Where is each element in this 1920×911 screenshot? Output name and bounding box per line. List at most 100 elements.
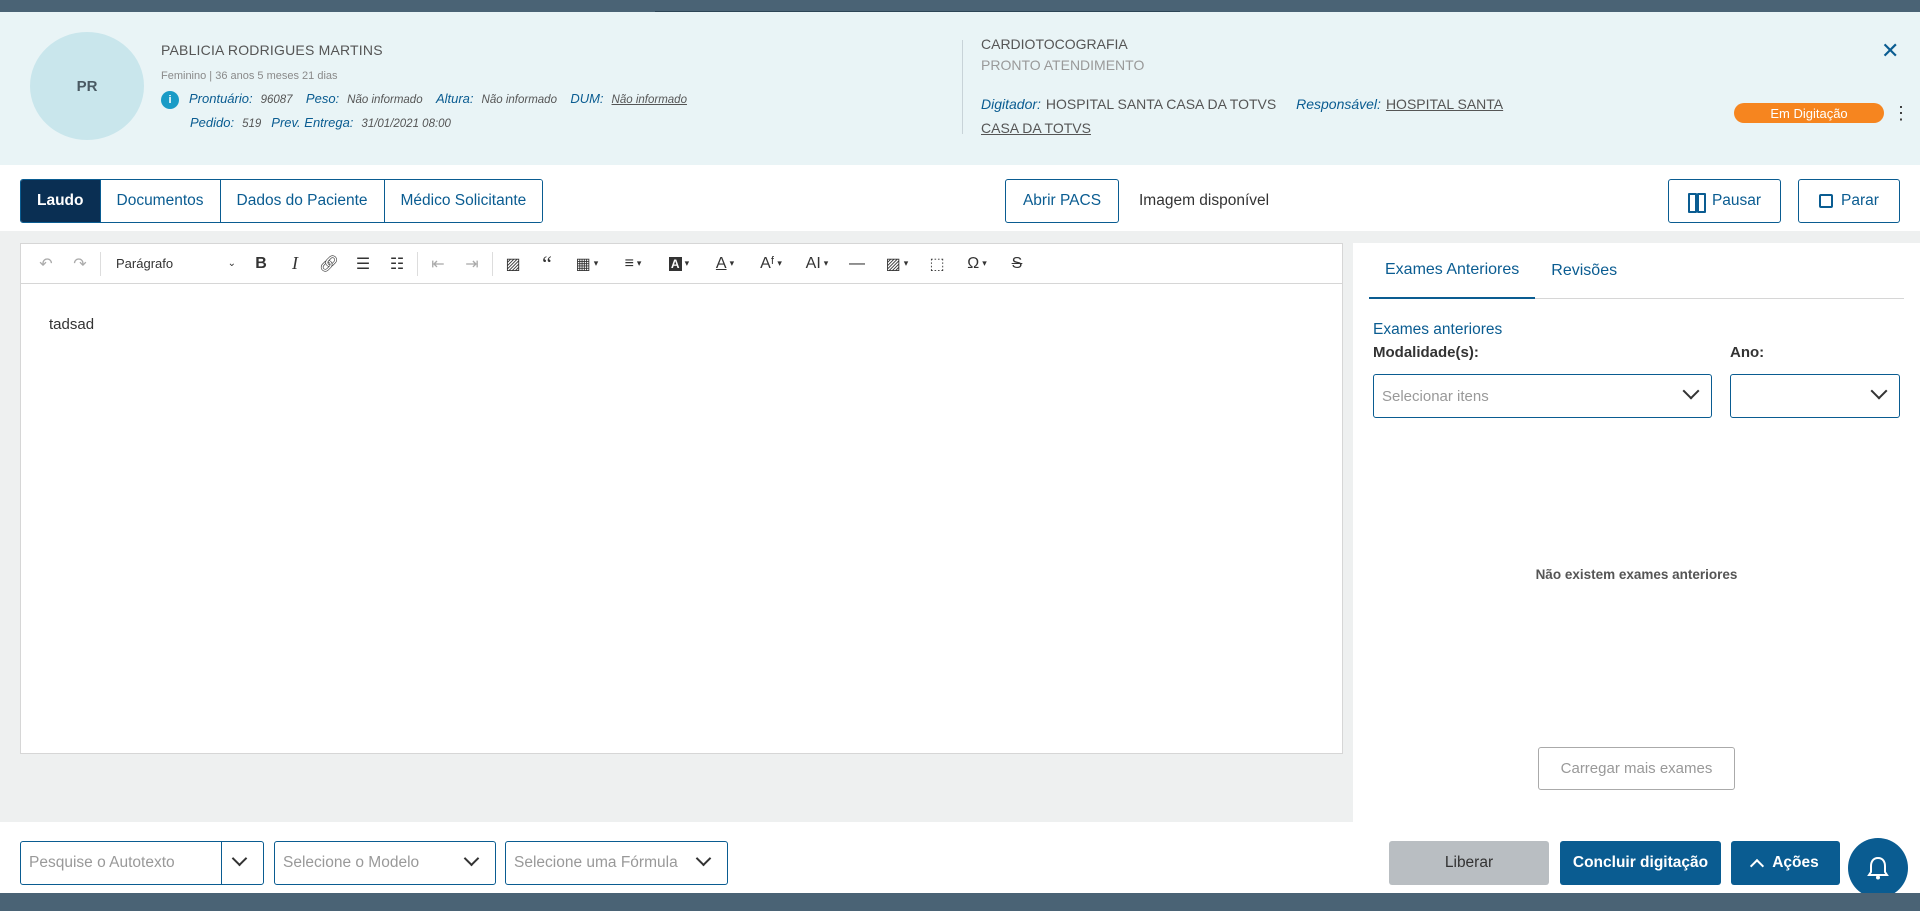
block-quote-icon[interactable]: “ [530,248,564,280]
image-upload-icon[interactable]: ▨ ▾ [874,248,920,280]
avatar: PR [30,32,144,140]
open-pacs-button[interactable]: Abrir PACS [1005,179,1119,223]
outdent-icon[interactable]: ⇤ [421,248,455,280]
horizontal-line-icon[interactable]: — [840,248,874,280]
italic-icon[interactable]: I [278,248,312,280]
modalidade-label: Modalidade(s): [1373,344,1479,361]
strikethrough-icon[interactable]: S [1000,248,1034,280]
pedido-label: Pedido: [190,115,235,130]
paragraph-style-select[interactable]: Parágrafo ⌄ [104,248,244,280]
section-title: Exames anteriores [1373,321,1503,338]
model-select[interactable]: Selecione o Modelo [274,841,496,885]
chevron-down-icon [1682,382,1700,400]
work-area: ↶ ↷ Parágrafo ⌄ B I 🔗︎ ☰ ☷ ⇤ ⇥ ▨ “ ▦ ▾ ≡ ▾ … [0,231,1920,822]
chevron-down-icon [1870,382,1888,400]
font-background-color-icon[interactable]: A ▾ [656,248,702,280]
paragraph-style-label: Parágrafo [116,256,174,271]
font-family-icon[interactable]: Aᶠ ▾ [748,248,794,280]
patient-details-line-1: Prontuário: 96087 Peso: Não informado Altu… [189,91,697,106]
editor-content[interactable]: tadsad [49,316,94,333]
responsavel-label: Responsável: [1296,96,1381,112]
chevron-down-icon[interactable] [231,850,248,867]
release-button[interactable]: Liberar [1389,841,1549,885]
load-more-button[interactable]: Carregar mais exames [1538,747,1735,790]
modalidade-placeholder: Selecionar itens [1382,387,1489,405]
altura-label: Altura: [435,91,474,106]
patient-details-line-2: Pedido: 519 Prev. Entrega: 31/01/2021 08:00 [190,115,461,130]
undo-icon[interactable]: ↶ [29,248,63,280]
exam-title: CARDIOTOCOGRAFIA [981,36,1128,52]
dum-label: DUM: [570,91,604,106]
window-bottom-strip [0,893,1920,911]
font-color-icon[interactable]: A ▾ [702,248,748,280]
patient-name: PABLICIA RODRIGUES MARTINS [161,42,383,58]
digitador-value: HOSPITAL SANTA CASA DA TOTVS [1045,96,1277,112]
bold-icon[interactable]: B [244,248,278,280]
pause-label: Pausar [1711,192,1762,209]
autotext-placeholder: Pesquise o Autotexto [29,854,175,871]
dum-value[interactable]: Não informado [612,94,687,106]
previous-exams-panel: Exames Anteriores Revisões Exames anteri… [1353,243,1920,822]
ano-select[interactable] [1730,374,1900,418]
prev-entrega-label: Prev. Entrega: [271,115,354,130]
side-panel-tabs: Exames Anteriores Revisões [1369,243,1904,299]
prev-entrega-value: 31/01/2021 08:00 [361,118,451,130]
link-icon[interactable]: 🔗︎ [312,248,346,280]
digitador-label: Digitador: [981,96,1041,112]
empty-message: Não existem exames anteriores [1535,567,1738,582]
chevron-down-icon [463,850,480,867]
pause-icon [1687,193,1706,213]
font-size-icon[interactable]: AI ▾ [794,248,840,280]
patient-header: PR PABLICIA RODRIGUES MARTINS Feminino |… [0,12,1920,165]
prontuario-value: 96087 [260,94,293,106]
info-icon[interactable]: i [161,91,179,109]
tab-laudo[interactable]: Laudo [21,180,101,222]
peso-value: Não informado [347,94,423,106]
chevron-down-icon [695,850,712,867]
window-top-strip [0,0,1920,12]
insert-image-icon[interactable]: ▨ [496,248,530,280]
modalidade-select[interactable]: Selecionar itens [1373,374,1712,418]
patient-gender-age: Feminino | 36 anos 5 meses 21 dias [161,70,338,82]
pedido-value: 519 [242,118,262,130]
report-editor: ↶ ↷ Parágrafo ⌄ B I 🔗︎ ☰ ☷ ⇤ ⇥ ▨ “ ▦ ▾ ≡ ▾ … [20,243,1343,754]
select-all-icon[interactable]: ⬚ [920,248,954,280]
actions-label: Ações [1772,854,1819,871]
stop-label: Parar [1841,192,1879,209]
tab-exames-anteriores[interactable]: Exames Anteriores [1369,243,1536,299]
indent-icon[interactable]: ⇥ [455,248,489,280]
image-status: Imagem disponível [1139,192,1270,209]
autotext-search[interactable]: Pesquise o Autotexto [20,841,264,885]
exam-subtitle: PRONTO ATENDIMENTO [981,57,1145,73]
ano-label: Ano: [1730,344,1765,361]
status-badge: Em Digitação [1734,103,1884,123]
special-characters-icon[interactable]: Ω ▾ [954,248,1000,280]
peso-label: Peso: [305,91,340,106]
digitador-line: Digitador: HOSPITAL SANTA CASA DA TOTVS R… [981,92,1541,140]
formula-select[interactable]: Selecione uma Fórmula [505,841,728,885]
tab-revisoes[interactable]: Revisões [1535,243,1633,299]
text-align-icon[interactable]: ≡ ▾ [610,248,656,280]
stop-button[interactable]: Parar [1798,179,1900,223]
finish-typing-button[interactable]: Concluir digitação [1560,841,1721,885]
tabs-bar: Laudo Documentos Dados do Paciente Médic… [0,165,1920,231]
redo-icon[interactable]: ↷ [63,248,97,280]
insert-table-icon[interactable]: ▦ ▾ [564,248,610,280]
tab-documentos[interactable]: Documentos [100,180,221,222]
main-tabs: Laudo Documentos Dados do Paciente Médic… [20,179,544,223]
pause-button[interactable]: Pausar [1668,179,1781,223]
numbered-list-icon[interactable]: ☷ [380,248,414,280]
close-icon[interactable]: ✕ [1881,38,1899,64]
tab-dados-paciente[interactable]: Dados do Paciente [220,180,385,222]
notification-bell-icon[interactable] [1848,838,1908,898]
tab-medico-solicitante[interactable]: Médico Solicitante [384,180,543,222]
stop-icon [1819,194,1834,208]
model-placeholder: Selecione o Modelo [283,854,420,871]
footer-bar: Pesquise o Autotexto Selecione o Modelo … [0,822,1920,898]
prontuario-label: Prontuário: [189,91,253,106]
more-options-icon[interactable]: ⋮ [1892,104,1910,122]
chevron-down-icon: ⌄ [227,258,236,269]
actions-button[interactable]: Ações [1731,841,1840,885]
bulleted-list-icon[interactable]: ☰ [346,248,380,280]
altura-value: Não informado [481,94,557,106]
